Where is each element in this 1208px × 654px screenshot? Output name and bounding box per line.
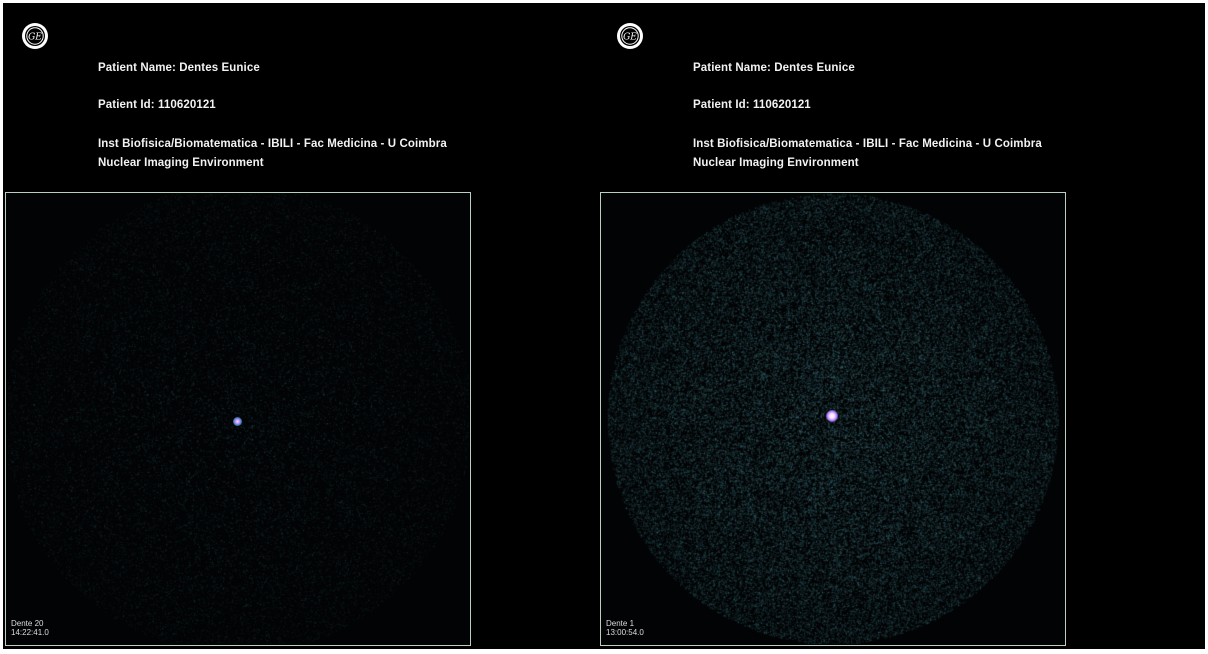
uptake-hotspot <box>826 410 838 422</box>
patient-id: Patient Id: 110620121 <box>98 99 216 111</box>
patient-name: Patient Name: Dentes Eunice <box>693 62 855 74</box>
uptake-hotspot <box>233 417 242 426</box>
right-panel: GE Patient Name: Dentes Eunice Patient I… <box>598 3 1193 649</box>
acquisition-time: 14:22:41.0 <box>11 628 49 637</box>
svg-text:GE: GE <box>28 33 42 43</box>
image-overlay-info: Dente 1 13:00:54.0 <box>606 619 644 637</box>
series-label: Dente 20 <box>11 619 44 628</box>
environment-name: Nuclear Imaging Environment <box>693 157 859 169</box>
patient-name: Patient Name: Dentes Eunice <box>98 62 260 74</box>
patient-id: Patient Id: 110620121 <box>693 99 811 111</box>
image-overlay-info: Dente 20 14:22:41.0 <box>11 619 49 637</box>
scan-image-viewport[interactable]: Dente 20 14:22:41.0 <box>5 192 471 646</box>
svg-text:GE: GE <box>623 33 637 43</box>
institution-name: Inst Biofisica/Biomatematica - IBILI - F… <box>98 138 447 150</box>
ge-logo-icon: GE <box>22 23 48 49</box>
ge-logo-icon: GE <box>617 23 643 49</box>
nuclear-imaging-screen: GE Patient Name: Dentes Eunice Patient I… <box>3 3 1205 649</box>
acquisition-time: 13:00:54.0 <box>606 628 644 637</box>
environment-name: Nuclear Imaging Environment <box>98 157 264 169</box>
institution-name: Inst Biofisica/Biomatematica - IBILI - F… <box>693 138 1042 150</box>
left-panel: GE Patient Name: Dentes Eunice Patient I… <box>3 3 598 649</box>
scan-image-viewport[interactable]: Dente 1 13:00:54.0 <box>600 192 1066 646</box>
series-label: Dente 1 <box>606 619 635 628</box>
